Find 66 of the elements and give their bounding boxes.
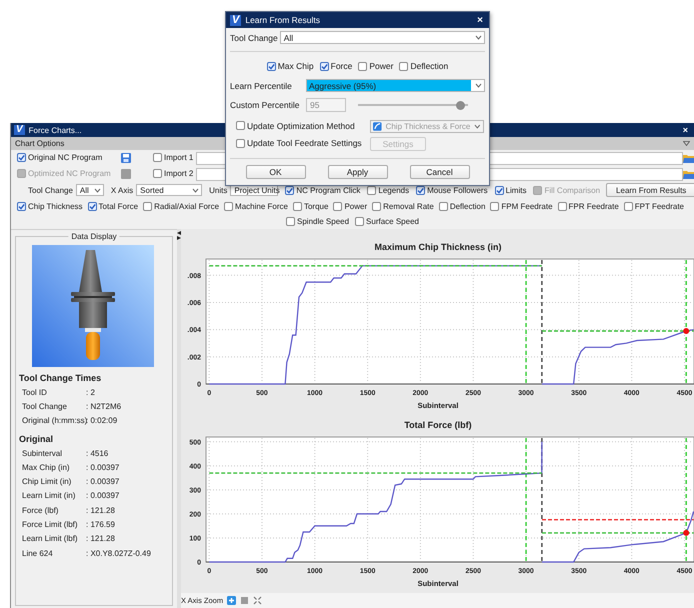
checkbox-label: Total Force xyxy=(98,202,138,210)
checkbox-label: Limits xyxy=(506,186,526,194)
checkbox-label: Optimized NC Program xyxy=(28,168,111,178)
checkbox-label: Spindle Speed xyxy=(297,217,350,226)
checkbox-label: Radial/Axial Force xyxy=(154,202,220,210)
group-title: Data Display xyxy=(68,232,120,241)
field-value: : 0:02:09 xyxy=(86,416,118,426)
checkbox-label: Import 2 xyxy=(164,168,194,178)
field-label: Learn Limit (lbf) xyxy=(22,534,79,544)
field-label: Force Limit (lbf) xyxy=(22,520,79,530)
section-heading: Original xyxy=(19,434,54,444)
field-label: Subinterval xyxy=(22,448,64,458)
checkbox-label: Power xyxy=(344,202,368,210)
field-value: : 2 xyxy=(86,388,95,397)
app-logo: V xyxy=(14,125,25,135)
field-label: Tool Change xyxy=(230,32,278,42)
checkbox-label: Update Optimization Method xyxy=(247,120,355,131)
checkbox-label: Deflection xyxy=(410,61,448,71)
checkbox-label: NC Program Click xyxy=(296,186,360,194)
checkbox-label: Chip Thickness xyxy=(28,202,83,210)
field-label: Max Chip (in) xyxy=(22,462,71,472)
field-value: : 0.00397 xyxy=(86,491,120,500)
field-value: : 0.00397 xyxy=(86,477,120,486)
checkbox-label: FPR Feedrate xyxy=(568,202,619,210)
field-label: Units xyxy=(209,186,228,194)
field-label: Force (lbf) xyxy=(22,506,60,515)
field-value: : 176.59 xyxy=(86,520,115,530)
checkbox-label: Torque xyxy=(304,202,328,210)
field-value: : 121.28 xyxy=(86,506,115,515)
field-label: Learn Percentile xyxy=(230,80,293,90)
chart-title: Total Force (lbf) xyxy=(404,420,472,430)
field-value: : N2T2M6 xyxy=(86,402,122,411)
checkbox-label: Mouse Followers xyxy=(427,186,488,194)
checkbox-label: Import 1 xyxy=(164,152,194,162)
field-label: Tool Change xyxy=(28,186,73,194)
checkbox-label: Surface Speed xyxy=(366,217,419,226)
chart-title: Maximum Chip Thickness (in) xyxy=(374,242,502,252)
checkbox-label: Machine Force xyxy=(235,202,288,210)
field-value: : 0.00397 xyxy=(86,462,120,472)
window-title: Learn From Results xyxy=(245,15,321,25)
checkbox-label: Legends xyxy=(378,186,410,194)
checkbox-label: FPT Feedrate xyxy=(634,202,684,210)
section-heading: Tool Change Times xyxy=(19,373,102,383)
field-label: Chip Limit (in) xyxy=(22,477,72,486)
field-value: : X0.Y8.027Z-0.49 xyxy=(86,548,151,558)
field-value: : 121.28 xyxy=(86,534,115,544)
section-title: Chart Options xyxy=(15,139,64,148)
field-label: Tool Change xyxy=(22,402,68,411)
field-label: X Axis xyxy=(110,186,134,194)
field-label: Tool ID xyxy=(22,388,48,397)
checkbox-label: Deflection xyxy=(450,202,486,210)
field-label: Custom Percentile xyxy=(230,100,300,110)
field-label: Line 624 xyxy=(22,548,54,558)
checkbox-label: Power xyxy=(369,61,394,71)
checkbox-label: Update Tool Feedrate Settings xyxy=(247,138,362,148)
checkbox-label: Force xyxy=(330,61,352,71)
checkbox-label: Original NC Program xyxy=(28,153,102,162)
field-label: Original (h:mm:ss) xyxy=(22,416,86,426)
checkbox-label: Fill Comparison xyxy=(544,186,600,194)
checkbox-label: Max Chip xyxy=(278,61,314,71)
checkbox-label: Removal Rate xyxy=(383,202,434,210)
checkbox-label: FPM Feedrate xyxy=(501,202,553,210)
field-label: Learn Limit (in) xyxy=(22,491,76,500)
window-title: Force Charts... xyxy=(28,126,82,134)
field-value: : 4516 xyxy=(86,448,108,458)
app-logo: V xyxy=(230,14,242,26)
